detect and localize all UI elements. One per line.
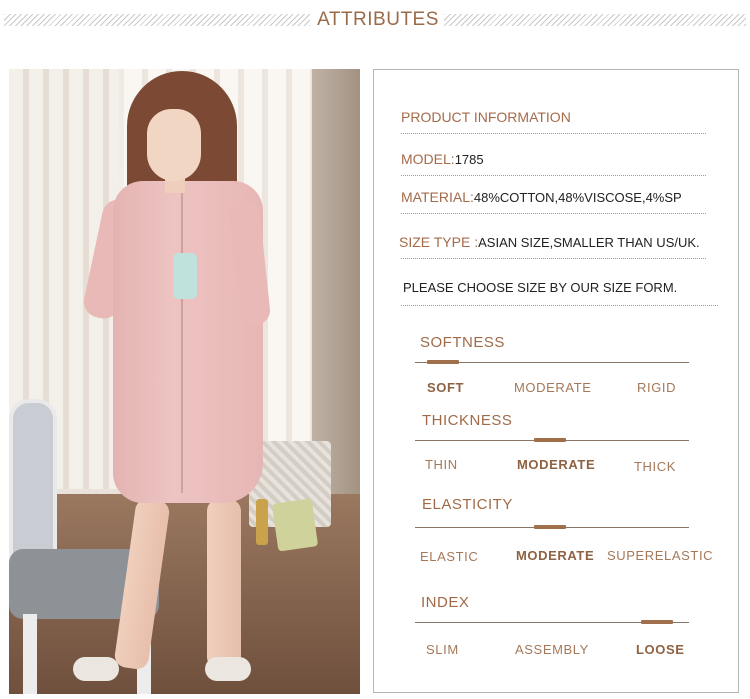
divider (401, 213, 706, 214)
header-hatch-right (444, 14, 746, 26)
index-option-assembly: ASSEMBLY (515, 642, 589, 657)
size-note-row: PLEASE CHOOSE SIZE BY OUR SIZE FORM. (403, 279, 677, 295)
bottle (256, 499, 268, 545)
thickness-option-thin: THIN (425, 457, 458, 472)
elasticity-option-superelastic: SUPERELASTIC (607, 548, 714, 563)
model-face (147, 109, 201, 181)
snack-bag (271, 498, 319, 552)
divider (401, 133, 706, 134)
material-label: MATERIAL: (401, 189, 474, 205)
cup (173, 253, 197, 299)
elasticity-marker (534, 525, 566, 529)
size-type-value: ASIAN SIZE,SMALLER THAN US/UK. (478, 235, 700, 250)
thickness-marker (534, 438, 566, 442)
divider (401, 175, 706, 176)
button-placket (181, 193, 183, 493)
model-leg (207, 499, 241, 669)
size-note: PLEASE CHOOSE SIZE BY OUR SIZE FORM. (403, 280, 678, 295)
model-label: MODEL: (401, 151, 455, 167)
softness-title: SOFTNESS (420, 334, 505, 351)
index-title: INDEX (421, 594, 470, 611)
elasticity-option-elastic: ELASTIC (420, 549, 479, 564)
material-row: MATERIAL:48%COTTON,48%VISCOSE,4%SP (401, 189, 682, 205)
model-row: MODEL:1785 (401, 151, 484, 167)
chair-leg (23, 614, 37, 694)
softness-marker (427, 360, 459, 364)
index-option-slim: SLIM (426, 642, 459, 657)
model-value: 1785 (454, 152, 484, 167)
slipper (205, 657, 251, 681)
divider (401, 258, 706, 259)
index-marker (641, 620, 673, 624)
thickness-title: THICKNESS (422, 412, 513, 429)
divider (401, 305, 718, 306)
softness-option-rigid: RIGID (637, 380, 677, 395)
softness-option-soft: SOFT (427, 380, 465, 395)
product-photo (9, 69, 360, 694)
size-type-row: SIZE TYPE :ASIAN SIZE,SMALLER THAN US/UK… (399, 234, 700, 250)
softness-option-moderate: MODERATE (514, 380, 592, 395)
size-type-label: SIZE TYPE : (399, 234, 479, 250)
section-title-attributes: ATTRIBUTES (317, 9, 439, 30)
elasticity-option-moderate: MODERATE (516, 548, 595, 563)
elasticity-title: ELASTICITY (422, 496, 513, 513)
index-option-loose: LOOSE (636, 642, 685, 657)
thickness-option-thick: THICK (634, 459, 676, 474)
thickness-option-moderate: MODERATE (517, 457, 596, 472)
product-info-heading: PRODUCT INFORMATION (401, 109, 571, 125)
material-value: 48%COTTON,48%VISCOSE,4%SP (473, 190, 682, 205)
header-hatch-left (4, 14, 310, 26)
slipper (73, 657, 119, 681)
